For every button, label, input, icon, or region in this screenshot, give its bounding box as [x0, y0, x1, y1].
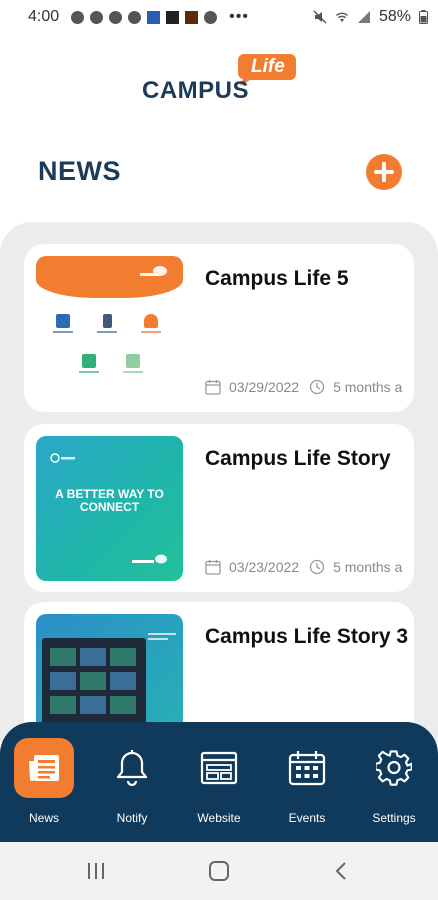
wifi-icon [335, 12, 348, 22]
news-card[interactable]: Campus Life 5 03/29/2022 5 months a [24, 244, 414, 412]
status-bar: 4:00 ••• 58% [0, 0, 438, 34]
news-title: Campus Life Story [205, 447, 391, 470]
system-navigation-bar [0, 842, 438, 900]
campus-life-logo: CAMPUS Life [140, 52, 305, 104]
news-time-ago: 5 months a [333, 379, 403, 395]
notify-icon [140, 314, 162, 336]
home-button[interactable] [207, 860, 231, 882]
logo-accent-text: Life [251, 56, 285, 77]
nav-label: News [28, 811, 59, 825]
nav-item-news[interactable]: News [4, 722, 84, 842]
gear-icon [376, 750, 412, 786]
notification-icons [71, 10, 218, 24]
thumbnail-icon-row [78, 354, 144, 376]
battery-percent: 58% [378, 8, 411, 25]
nav-label: Settings [372, 811, 416, 825]
status-time: 4:00 [28, 8, 60, 25]
facebook-icon [71, 10, 85, 24]
nav-label: Events [288, 811, 326, 825]
app-notification-icon [147, 10, 161, 24]
news-date: 03/23/2022 [229, 559, 300, 575]
nav-item-settings[interactable]: Settings [354, 722, 434, 842]
app-notification-icon [185, 10, 199, 24]
logo-wordmark: CAMPUS [142, 77, 250, 104]
app-notification-icon [204, 10, 218, 24]
news-title: Campus Life 5 [205, 267, 349, 290]
calendar-icon [205, 380, 221, 395]
app-icon [96, 314, 118, 336]
more-notifications-icon: ••• [229, 8, 249, 25]
thumbnail-caption-lines [148, 633, 176, 640]
facebook-icon [128, 10, 142, 24]
clock-icon [309, 559, 325, 575]
browser-icon [200, 751, 238, 785]
recent-apps-button[interactable] [84, 860, 108, 882]
bottom-nav: News Notify Website Events Settings [0, 722, 438, 842]
newspaper-icon [29, 755, 59, 781]
news-list[interactable]: Campus Life 5 03/29/2022 5 months a A BE… [0, 222, 438, 742]
news-date: 03/29/2022 [229, 379, 300, 395]
news-card[interactable]: A BETTER WAY TO CONNECT Campus Life Stor… [24, 424, 414, 592]
system-status: 58% [313, 8, 428, 26]
nav-icon-container [277, 738, 337, 798]
nav-item-notify[interactable]: Notify [92, 722, 172, 842]
news-card[interactable]: Campus Life Story 3 [24, 602, 414, 742]
nav-icon-container [14, 738, 74, 798]
thumbnail-headline: A BETTER WAY TO CONNECT [55, 487, 164, 514]
thumbnail-brand-logo [50, 453, 75, 463]
news-meta: 03/29/2022 5 months a [205, 379, 402, 395]
app-notification-icon [166, 10, 180, 24]
store-icon [78, 354, 100, 376]
news-title: Campus Life Story 3 [205, 625, 409, 648]
nav-icon-container [102, 738, 162, 798]
nav-icon-container [189, 738, 249, 798]
calendar-icon [288, 751, 326, 786]
news-thumbnail: A BETTER WAY TO CONNECT [36, 436, 183, 581]
plus-icon [374, 162, 394, 182]
mute-icon [313, 10, 327, 24]
calendar-icon [205, 560, 221, 575]
bell-icon [116, 750, 148, 787]
facebook-icon [90, 10, 104, 24]
news-time-ago: 5 months a [333, 559, 403, 575]
news-thumbnail [36, 256, 183, 401]
facebook-icon [109, 10, 123, 24]
classroom-icon [122, 354, 144, 376]
nav-item-events[interactable]: Events [267, 722, 347, 842]
nav-icon-container [364, 738, 424, 798]
nav-item-website[interactable]: Website [179, 722, 259, 842]
signal-icon [357, 11, 370, 23]
thumbnail-logo [140, 266, 167, 276]
add-news-button[interactable] [366, 154, 402, 190]
nav-label: Website [197, 811, 241, 825]
back-button[interactable] [330, 860, 354, 882]
thumbnail-logo [132, 554, 167, 564]
battery-icon [419, 10, 428, 24]
website-icon [52, 314, 74, 336]
clock-icon [309, 379, 325, 395]
thumbnail-icon-row [52, 314, 162, 336]
news-meta: 03/23/2022 5 months a [205, 559, 402, 575]
page-title: NEWS [38, 156, 121, 186]
nav-label: Notify [116, 811, 148, 825]
